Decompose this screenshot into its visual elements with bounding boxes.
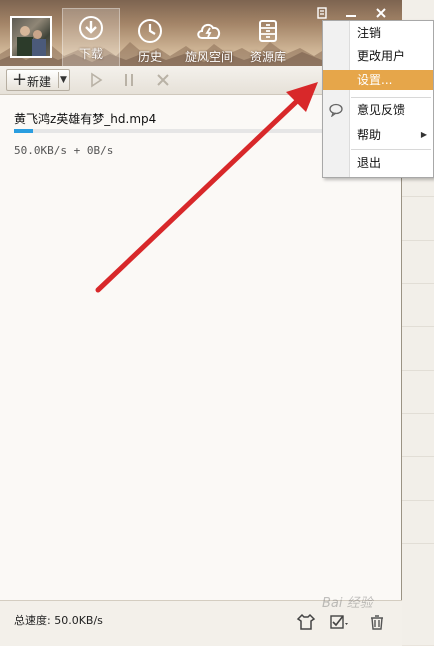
close-icon[interactable] (372, 6, 390, 20)
feedback-bubble-icon (329, 103, 343, 117)
new-task-button[interactable]: + 新建 ▼ (6, 69, 70, 91)
tab-download-label: 下载 (78, 47, 103, 61)
plus-icon: + (12, 69, 28, 90)
tab-history[interactable]: 历史 (121, 12, 179, 64)
menu-item-change-user[interactable]: 更改用户 (323, 46, 433, 66)
menu-item-exit[interactable]: 退出 (323, 153, 433, 173)
checkbox-icon[interactable] (329, 612, 349, 632)
total-speed: 总速度: 50.0KB/s (14, 614, 103, 627)
tab-cloud-space-label: 旋风空间 (184, 50, 233, 64)
cloud-space-icon (197, 23, 221, 39)
download-icon (79, 16, 103, 40)
chevron-down-icon[interactable]: ▼ (60, 72, 67, 88)
menu-item-feedback[interactable]: 意见反馈 (323, 100, 433, 120)
task-speed: 50.0KB/s + 0B/s (14, 144, 114, 157)
delete-x-icon[interactable] (154, 71, 172, 89)
history-clock-icon (138, 19, 162, 43)
watermark: Bai 经验 (322, 596, 373, 611)
submenu-arrow-icon: ▶ (420, 130, 427, 139)
tab-resource-library-label: 资源库 (249, 50, 286, 64)
tab-cloud-space[interactable]: 旋风空间 (180, 12, 238, 64)
skin-icon[interactable] (313, 6, 331, 20)
menu-item-logout[interactable]: 注销 (323, 23, 433, 43)
tab-history-label: 历史 (137, 50, 162, 64)
tab-download[interactable]: 下载 (62, 8, 120, 66)
main-menu-dropdown: 注销 更改用户 设置... 意见反馈 帮助 ▶ 退出 (322, 20, 434, 178)
resource-cabinet-icon (259, 20, 277, 42)
play-icon[interactable] (87, 71, 105, 89)
avatar[interactable] (10, 16, 52, 58)
new-task-label: 新建 (27, 75, 52, 89)
minimize-icon[interactable] (342, 6, 360, 20)
task-filename: 黄飞鸿z英雄有梦_hd.mp4 (14, 112, 157, 126)
skin-shirt-icon[interactable] (296, 612, 316, 632)
pause-icon[interactable] (120, 71, 138, 89)
task-progress-fill (14, 129, 33, 133)
menu-item-settings[interactable]: 设置... (323, 70, 433, 90)
trash-icon[interactable] (367, 612, 387, 632)
menu-item-help[interactable]: 帮助 ▶ (323, 125, 433, 145)
tab-resource-library[interactable]: 资源库 (239, 12, 297, 64)
